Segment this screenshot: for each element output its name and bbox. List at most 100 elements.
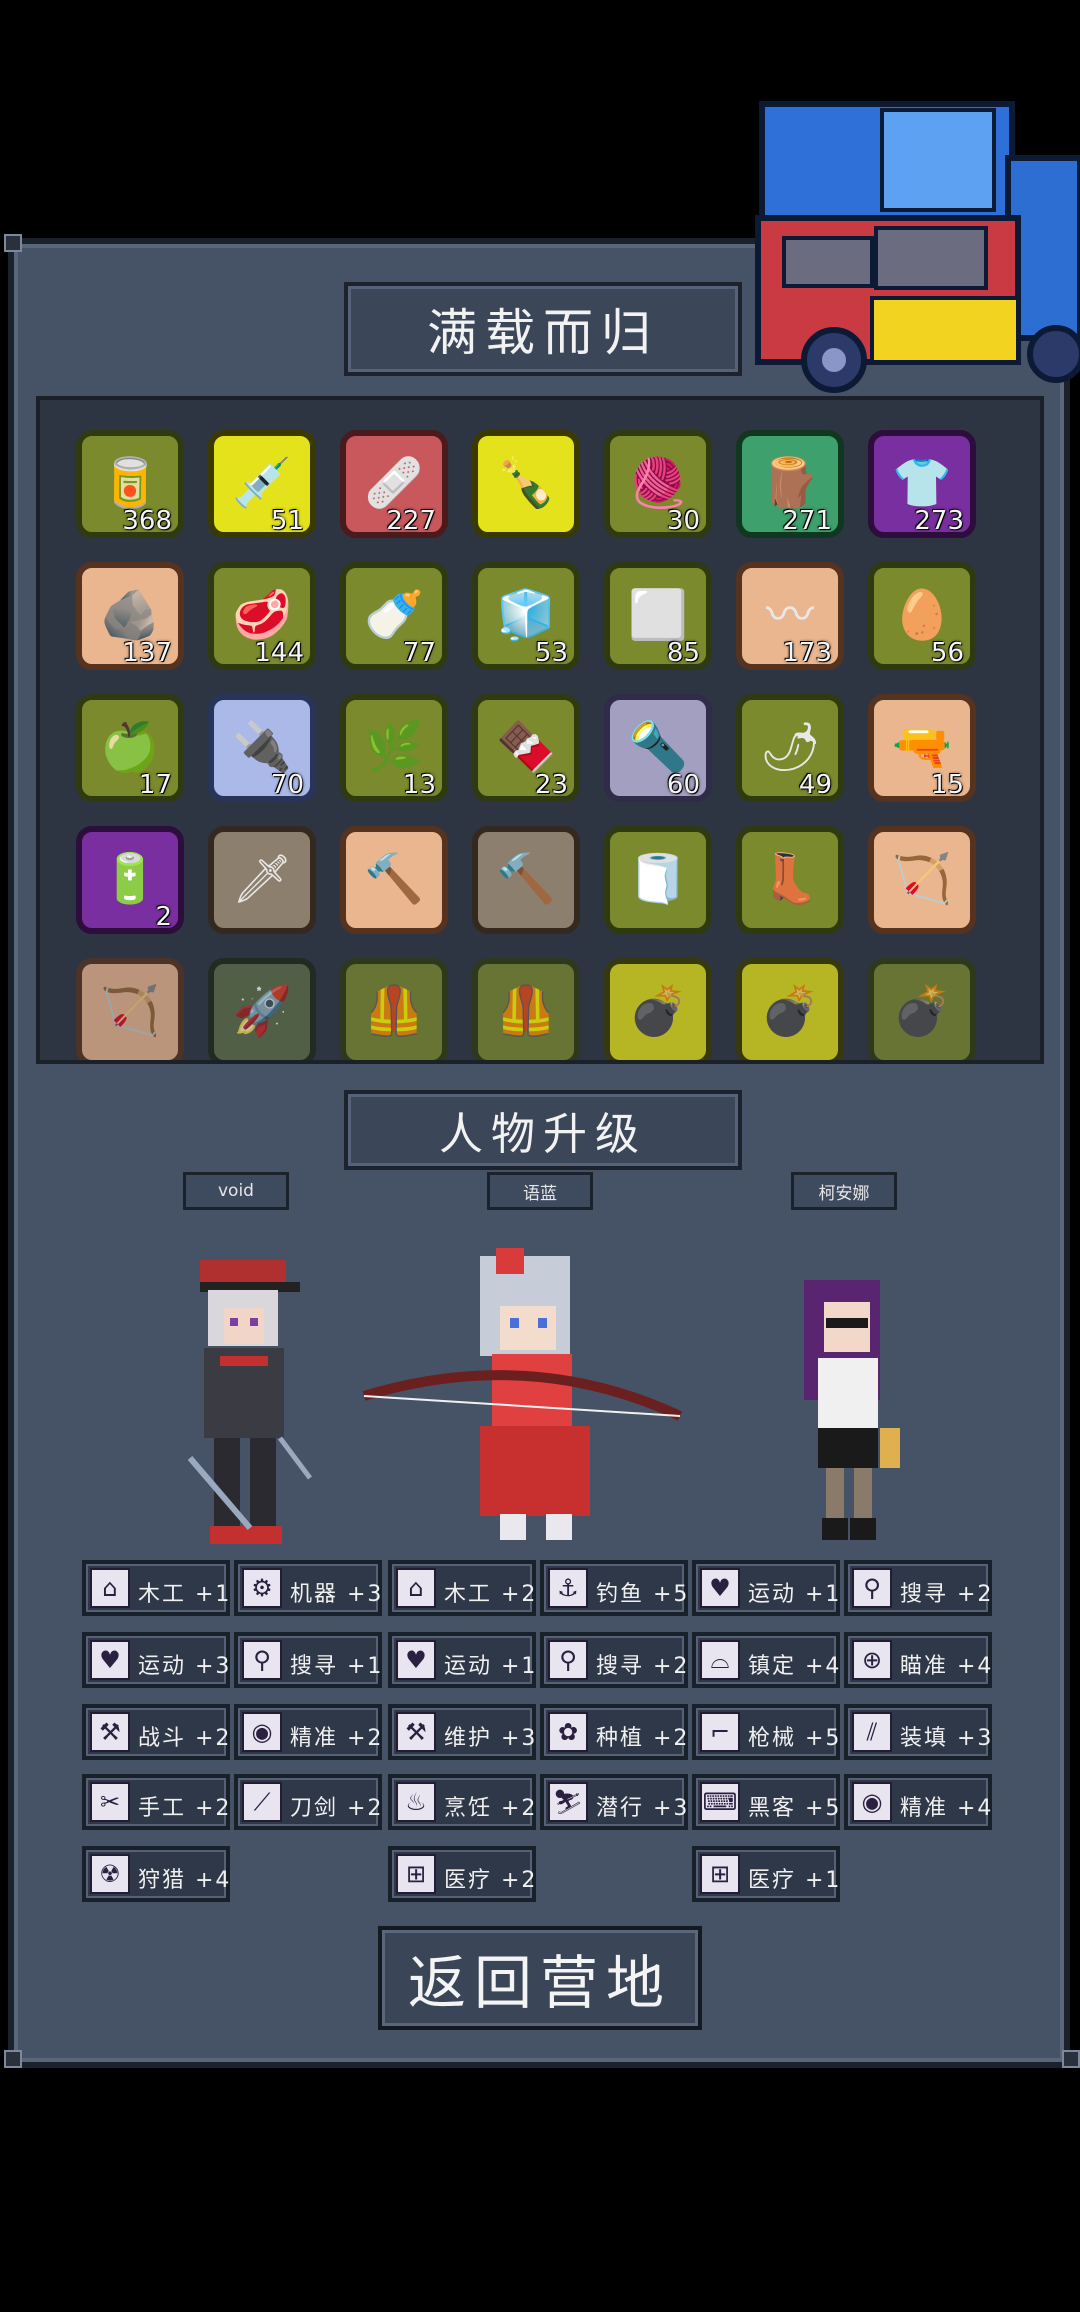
inventory-slot[interactable]: 🔌 70 — [208, 694, 316, 802]
inventory-slot[interactable]: 🍾 — [472, 430, 580, 538]
item-quantity: 368 — [122, 506, 172, 536]
inventory-slot[interactable]: 🪨 137 — [76, 562, 184, 670]
inventory-slot[interactable]: 🔋 2 — [76, 826, 184, 934]
inventory-slot[interactable]: 🔫 15 — [868, 694, 976, 802]
eye-icon: ◉ — [852, 1782, 892, 1822]
kunai-icon: 🗡 — [232, 851, 293, 907]
skill-badge: ⟋ 刀剑 +2 — [234, 1774, 382, 1830]
skill-label: 搜寻 +2 — [900, 1582, 994, 1607]
skill-label: 精准 +2 — [290, 1726, 384, 1751]
item-quantity: 144 — [254, 638, 304, 668]
inventory-slot[interactable]: 🦺 — [472, 958, 580, 1060]
inventory-slot[interactable]: 🩹 227 — [340, 430, 448, 538]
inventory-slot[interactable]: 🔦 60 — [604, 694, 712, 802]
skill-badge: ◉ 精准 +4 — [844, 1774, 992, 1830]
skill-label: 维护 +3 — [444, 1726, 538, 1751]
eye-icon: ◉ — [242, 1712, 282, 1752]
skill-label: 运动 +3 — [138, 1654, 232, 1679]
upgrade-section-title: 人物升级 — [344, 1090, 742, 1170]
skill-label: 机器 +3 — [290, 1582, 384, 1607]
skill-label: 运动 +1 — [748, 1582, 842, 1607]
skill-badge: ⚲ 搜寻 +2 — [540, 1632, 688, 1688]
skill-label: 医疗 +1 — [748, 1868, 842, 1893]
inventory-slot[interactable]: 💉 51 — [208, 430, 316, 538]
inventory-slot[interactable]: 🧶 30 — [604, 430, 712, 538]
inventory-grid[interactable]: 🥫 368 💉 51 🩹 227 🍾 🧶 30 🪵 271 👕 273 🪨 137 🥩 144 🍼 77 🧊 53 ⬜ 85… — [36, 396, 1044, 1064]
skill-badge: ⚓ 钓鱼 +5 — [540, 1560, 688, 1616]
item-quantity: 227 — [386, 506, 436, 536]
medkit-icon: ⊞ — [700, 1854, 740, 1894]
inventory-slot[interactable]: 🥩 144 — [208, 562, 316, 670]
wrench-icon: ⚒ — [90, 1712, 130, 1752]
skill-badge: ⚙ 机器 +3 — [234, 1560, 382, 1616]
character-sprite-yulan — [362, 1248, 683, 1540]
bandage-roll-icon: 🧻 — [628, 851, 688, 907]
inventory-slot[interactable]: 🗡 — [208, 826, 316, 934]
skill-badge: ⌐ 枪械 +5 — [692, 1704, 840, 1760]
inventory-slot[interactable]: 💣 — [868, 958, 976, 1060]
inventory-slot[interactable]: 〰 173 — [736, 562, 844, 670]
inventory-slot[interactable]: 🔨 — [472, 826, 580, 934]
skill-label: 运动 +1 — [444, 1654, 538, 1679]
skill-label: 瞄准 +4 — [900, 1654, 994, 1679]
grenade-icon: 💣 — [760, 983, 820, 1039]
skill-label: 搜寻 +2 — [596, 1654, 690, 1679]
pot-icon: ♨ — [396, 1782, 436, 1822]
boots-icon: 👢 — [760, 851, 820, 907]
hacker-icon: ⌨ — [700, 1782, 740, 1822]
inventory-slot[interactable]: 🌿 13 — [340, 694, 448, 802]
item-quantity: 53 — [534, 638, 568, 668]
item-quantity: 23 — [534, 770, 568, 800]
skill-label: 搜寻 +1 — [290, 1654, 384, 1679]
inventory-slot[interactable]: 🌶 49 — [736, 694, 844, 802]
house-icon: ⌂ — [90, 1568, 130, 1608]
inventory-slot[interactable]: 🥚 56 — [868, 562, 976, 670]
inventory-slot[interactable]: 🥫 368 — [76, 430, 184, 538]
skill-label: 烹饪 +2 — [444, 1796, 538, 1821]
skill-badge: ♨ 烹饪 +2 — [388, 1774, 536, 1830]
item-quantity: 271 — [782, 506, 832, 536]
skill-label: 装填 +3 — [900, 1726, 994, 1751]
skill-badge: ⫽ 装填 +3 — [844, 1704, 992, 1760]
inventory-slot[interactable]: 💣 — [736, 958, 844, 1060]
item-quantity: 13 — [402, 770, 436, 800]
inventory-slot[interactable]: 👕 273 — [868, 430, 976, 538]
skill-label: 刀剑 +2 — [290, 1796, 384, 1821]
house-icon: ⌂ — [396, 1568, 436, 1608]
inventory-slot[interactable]: 🦺 — [340, 958, 448, 1060]
return-camp-button[interactable]: 返回营地 — [378, 1926, 702, 2030]
scissors-icon: ✂ — [90, 1782, 130, 1822]
inventory-slot[interactable]: 🪵 271 — [736, 430, 844, 538]
skill-badge: ⚒ 维护 +3 — [388, 1704, 536, 1760]
inventory-slot[interactable]: ⬜ 85 — [604, 562, 712, 670]
character-name-keanna: 柯安娜 — [791, 1172, 897, 1210]
inventory-slot[interactable]: 🍫 23 — [472, 694, 580, 802]
skill-badge: ⛷ 潜行 +3 — [540, 1774, 688, 1830]
grenade-icon: 💣 — [892, 983, 952, 1039]
item-quantity: 85 — [666, 638, 700, 668]
skill-badge: ☢ 狩猎 +4 — [82, 1846, 230, 1902]
skill-label: 精准 +4 — [900, 1796, 994, 1821]
vest-icon: 🦺 — [496, 983, 556, 1039]
molotov-bottle-icon: 🍾 — [496, 455, 556, 511]
inventory-slot[interactable]: 💣 — [604, 958, 712, 1060]
bow-icon: 🏹 — [100, 983, 160, 1039]
inventory-slot[interactable]: 🏹 — [76, 958, 184, 1060]
magnifier-icon: ⚲ — [548, 1640, 588, 1680]
skill-badge: ⌂ 木工 +1 — [82, 1560, 230, 1616]
skill-label: 黑客 +5 — [748, 1796, 842, 1821]
inventory-slot[interactable]: 👢 — [736, 826, 844, 934]
skill-badge: ⌨ 黑客 +5 — [692, 1774, 840, 1830]
skill-badge: ♥ 运动 +3 — [82, 1632, 230, 1688]
van-overlay — [755, 101, 1080, 393]
inventory-slot[interactable]: 🧻 — [604, 826, 712, 934]
panel-rivet — [4, 234, 22, 252]
battery-icon: 🔋 — [100, 851, 160, 907]
inventory-slot[interactable]: 🚀 — [208, 958, 316, 1060]
inventory-slot[interactable]: 🏹 — [868, 826, 976, 934]
inventory-slot[interactable]: 🍼 77 — [340, 562, 448, 670]
inventory-slot[interactable]: 🧊 53 — [472, 562, 580, 670]
inventory-slot[interactable]: 🔨 — [340, 826, 448, 934]
skill-badge: ⊕ 瞄准 +4 — [844, 1632, 992, 1688]
inventory-slot[interactable]: 🍏 17 — [76, 694, 184, 802]
